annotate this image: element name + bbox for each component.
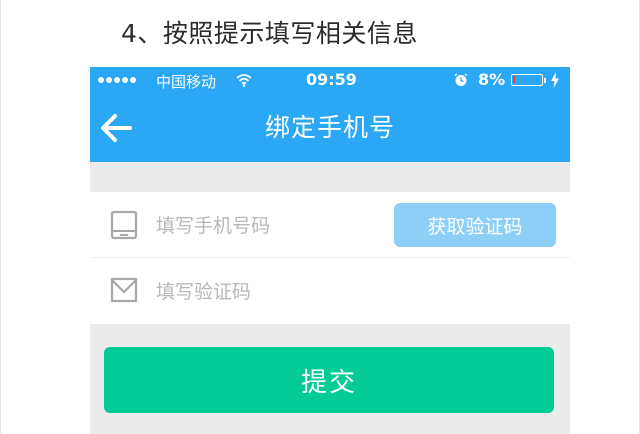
alarm-icon	[454, 73, 468, 86]
get-code-button[interactable]: 获取验证码	[394, 203, 556, 247]
back-button[interactable]	[94, 106, 138, 150]
section-gap	[90, 162, 570, 192]
step-caption: 4、按照提示填写相关信息	[121, 19, 418, 48]
submit-button[interactable]: 提交	[104, 347, 554, 413]
charging-bolt-icon	[551, 72, 559, 88]
battery-percent: 8%	[478, 70, 506, 89]
phone-screen: 中国移动 09:59 8% 绑定手机号 填写手机号码 获取验证码 填写验证码 提…	[90, 67, 570, 434]
page-title: 绑定手机号	[264, 113, 395, 142]
phone-icon	[110, 210, 138, 240]
battery-icon	[511, 74, 543, 86]
nav-bar: 绑定手机号	[90, 94, 570, 162]
wifi-icon	[236, 74, 252, 87]
phone-row: 获取验证码	[90, 192, 570, 258]
battery-level-fill	[513, 76, 515, 83]
frame-border-left	[0, 0, 1, 434]
signal-dots-icon	[98, 77, 138, 85]
arrow-left-icon	[101, 114, 132, 142]
code-input[interactable]	[154, 274, 378, 310]
carrier-name: 中国移动	[156, 73, 217, 91]
battery-nub	[544, 78, 546, 83]
clock-time: 09:59	[306, 70, 357, 89]
status-bar: 中国移动 09:59 8%	[90, 67, 570, 94]
bind-phone-form: 获取验证码	[90, 192, 570, 324]
phone-input[interactable]	[154, 208, 378, 244]
code-row	[90, 258, 570, 324]
envelope-icon	[110, 277, 138, 303]
